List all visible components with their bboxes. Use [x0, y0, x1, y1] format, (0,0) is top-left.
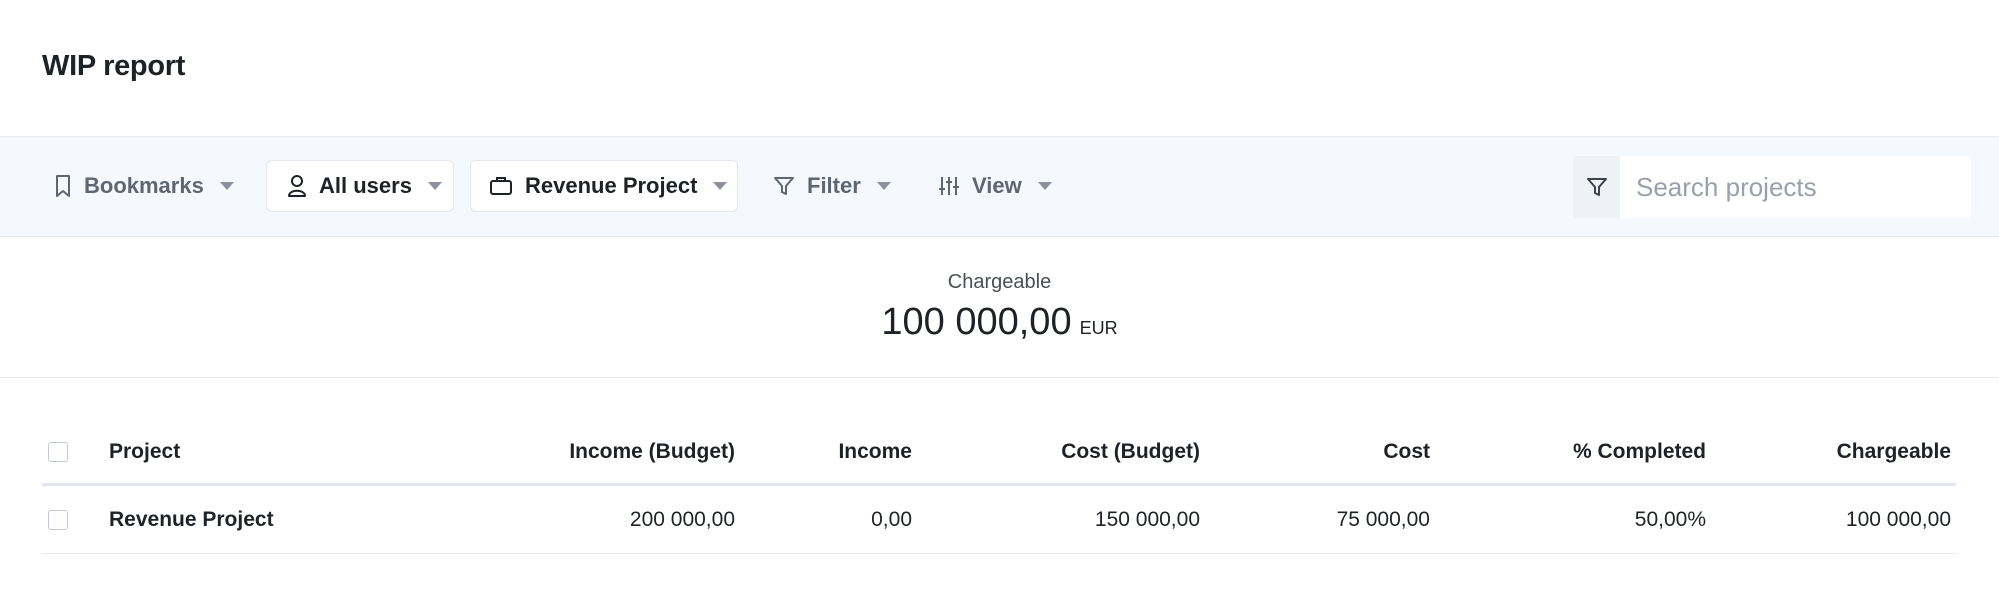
chevron-down-icon: [876, 182, 891, 190]
cell-completed: 50,00%: [1634, 507, 1706, 531]
table-row[interactable]: Revenue Project 200 000,00 0,00 150 000,…: [42, 486, 1956, 554]
header-chargeable[interactable]: Chargeable: [1712, 420, 1951, 483]
select-all-cell: [48, 420, 68, 483]
project-dropdown[interactable]: Revenue Project: [470, 160, 738, 212]
header-completed[interactable]: % Completed: [1442, 420, 1706, 483]
summary-currency: EUR: [1079, 318, 1118, 338]
select-all-checkbox[interactable]: [48, 441, 68, 462]
view-button[interactable]: View: [938, 160, 1052, 212]
view-label: View: [972, 173, 1022, 198]
page-title: WIP report: [42, 50, 186, 82]
bookmarks-button[interactable]: Bookmarks: [54, 160, 234, 212]
header-project[interactable]: Project: [109, 420, 180, 483]
cell-project: Revenue Project: [109, 507, 274, 531]
project-label: Revenue Project: [525, 173, 698, 198]
header-income-budget[interactable]: Income (Budget): [442, 420, 735, 483]
summary-value-line: 100 000,00 EUR: [0, 301, 1999, 344]
search-box: [1573, 156, 1971, 218]
summary-value: 100 000,00: [881, 301, 1072, 343]
users-label: All users: [319, 173, 412, 198]
header-cost-budget[interactable]: Cost (Budget): [922, 420, 1200, 483]
filter-label: Filter: [807, 173, 861, 198]
sliders-icon: [939, 177, 959, 195]
chevron-down-icon: [219, 182, 234, 190]
header-cost[interactable]: Cost: [1212, 420, 1430, 483]
cell-chargeable: 100 000,00: [1845, 507, 1951, 531]
summary-label: Chargeable: [947, 271, 1052, 293]
page-header: WIP report: [0, 0, 1999, 136]
summary-panel: Chargeable 100 000,00 EUR: [0, 237, 1999, 378]
chevron-down-icon: [427, 182, 442, 190]
chevron-down-icon: [713, 182, 728, 190]
wip-table: Project Income (Budget) Income Cost (Bud…: [42, 420, 1956, 554]
table-header-row: Project Income (Budget) Income Cost (Bud…: [42, 420, 1956, 486]
filter-button[interactable]: Filter: [773, 160, 891, 212]
user-icon: [288, 175, 306, 197]
chevron-down-icon: [1037, 182, 1052, 190]
cell-income: 0,00: [871, 507, 912, 531]
bookmarks-label: Bookmarks: [84, 173, 204, 198]
search-input[interactable]: [1620, 156, 1971, 218]
toolbar: Bookmarks All users Revenue Project Filt…: [0, 136, 1999, 237]
bookmark-icon: [56, 175, 70, 197]
cell-cost-budget: 150 000,00: [1094, 507, 1200, 531]
filter-icon: [774, 177, 794, 195]
filter-icon: [1586, 178, 1607, 196]
search-filter-button[interactable]: [1573, 156, 1620, 218]
header-income[interactable]: Income: [742, 420, 912, 483]
cell-income-budget: 200 000,00: [629, 507, 735, 531]
cell-cost: 75 000,00: [1336, 507, 1430, 531]
row-checkbox[interactable]: [48, 509, 68, 530]
row-select-cell: [48, 486, 68, 553]
briefcase-icon: [490, 177, 512, 195]
users-dropdown[interactable]: All users: [266, 160, 454, 212]
